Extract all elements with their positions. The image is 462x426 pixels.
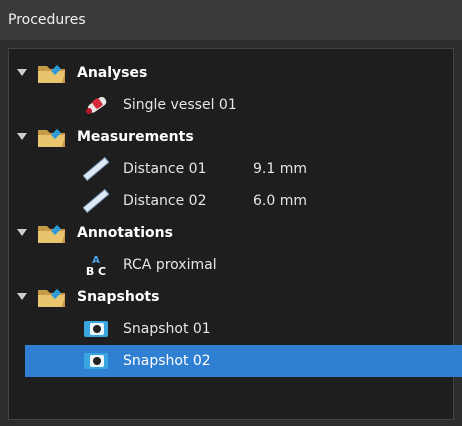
tree-group-snapshots[interactable]: Snapshots	[9, 281, 453, 313]
panel-title: Procedures	[0, 0, 462, 40]
chevron-down-icon[interactable]	[17, 293, 27, 300]
tree-item-single-vessel-01[interactable]: Single vessel 01	[9, 89, 453, 121]
item-label: RCA proximal	[123, 257, 217, 273]
group-label: Analyses	[77, 65, 148, 81]
ruler-icon	[83, 189, 109, 213]
chevron-down-icon[interactable]	[17, 133, 27, 140]
group-label: Snapshots	[77, 289, 160, 305]
group-label: Measurements	[77, 129, 194, 145]
group-label: Annotations	[77, 225, 173, 241]
abc-icon-bottom: B C	[86, 265, 106, 277]
item-label: Single vessel 01	[123, 97, 237, 113]
tree-item-distance-02[interactable]: Distance 02 6.0 mm	[9, 185, 453, 217]
folder-icon	[38, 129, 65, 147]
folder-icon	[38, 289, 65, 307]
item-label: Snapshot 01	[123, 321, 211, 337]
tree-group-analyses[interactable]: Analyses	[9, 57, 453, 89]
tree-item-snapshot-01[interactable]: Snapshot 01	[9, 313, 453, 345]
vessel-icon	[86, 96, 107, 114]
tree-item-rca-proximal[interactable]: A B C RCA proximal	[9, 249, 453, 281]
folder-icon	[38, 225, 65, 243]
camera-icon	[84, 321, 108, 337]
item-label: Distance 02	[123, 193, 207, 209]
measurement-value: 6.0 mm	[253, 193, 307, 209]
procedures-panel: Procedures Analyses Single vessel 01 Mea…	[0, 0, 462, 426]
ruler-icon	[83, 157, 109, 181]
measurement-value: 9.1 mm	[253, 161, 307, 177]
camera-icon	[84, 353, 108, 369]
tree-item-distance-01[interactable]: Distance 01 9.1 mm	[9, 153, 453, 185]
chevron-down-icon[interactable]	[17, 229, 27, 236]
chevron-down-icon[interactable]	[17, 69, 27, 76]
item-label: Distance 01	[123, 161, 207, 177]
tree-group-annotations[interactable]: Annotations	[9, 217, 453, 249]
abc-text-icon: A B C	[86, 255, 106, 277]
item-label: Snapshot 02	[123, 353, 211, 369]
tree-group-measurements[interactable]: Measurements	[9, 121, 453, 153]
tree-item-snapshot-02[interactable]: Snapshot 02	[9, 345, 462, 377]
procedures-tree[interactable]: Analyses Single vessel 01 Measurements D…	[8, 48, 462, 420]
folder-icon	[38, 65, 65, 83]
